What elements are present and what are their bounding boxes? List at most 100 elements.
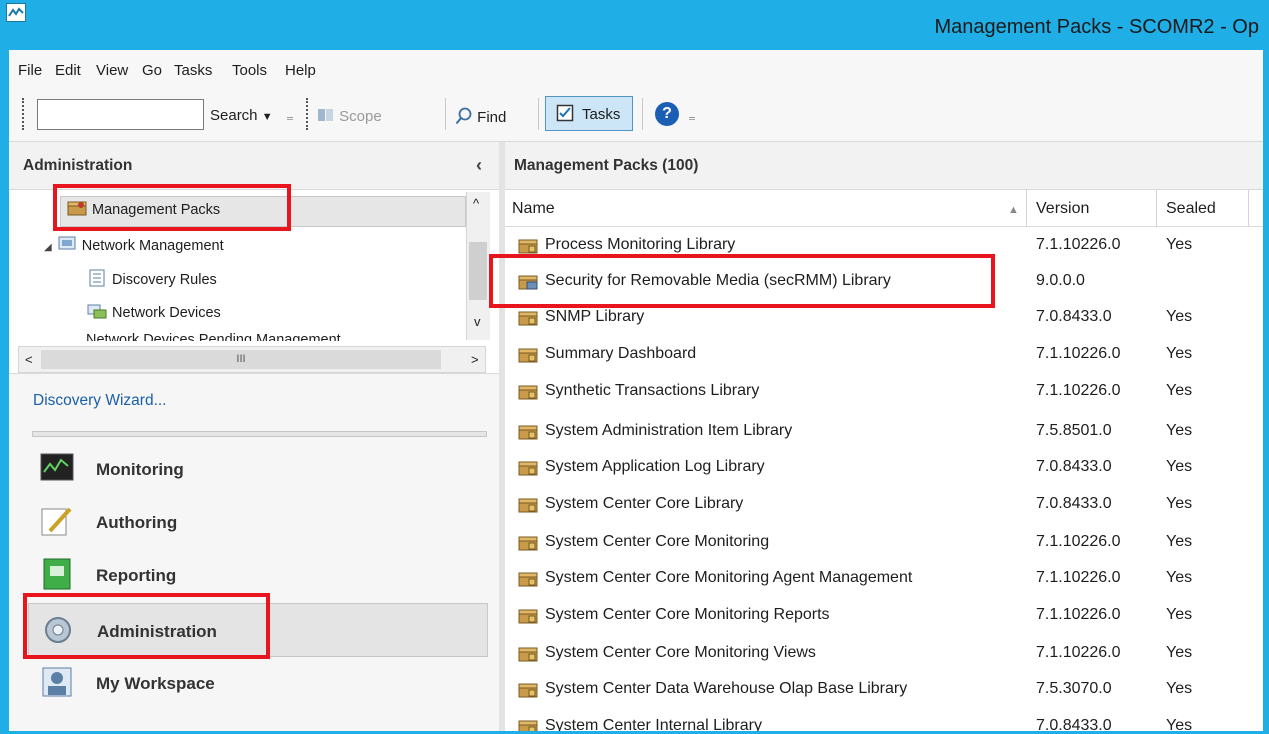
cell-version: 7.1.10226.0	[1036, 382, 1121, 399]
window-title: Management Packs - SCOMR2 - Op	[934, 16, 1259, 38]
find-icon	[455, 107, 472, 125]
menu-bar: File Edit View Go Tasks Tools Help	[9, 50, 1263, 90]
management-pack-icon	[517, 383, 539, 401]
scroll-up-arrow-icon[interactable]: ^	[473, 196, 479, 211]
scope-button[interactable]: Scope	[317, 107, 382, 125]
reporting-icon	[43, 558, 71, 590]
toolbar-grip[interactable]	[22, 98, 26, 130]
management-pack-icon	[517, 496, 539, 514]
table-row[interactable]: System Center Core Monitoring Views 7.1.…	[505, 636, 1263, 672]
tree-label-discovery-rules: Discovery Rules	[112, 272, 217, 288]
scope-label: Scope	[339, 108, 382, 125]
table-row[interactable]: System Center Internal Library 7.0.8433.…	[505, 709, 1263, 731]
wunderbar-my-workspace[interactable]: My Workspace	[28, 656, 486, 708]
management-pack-icon	[517, 237, 539, 255]
column-divider[interactable]	[1156, 190, 1157, 227]
tree-item-network-devices-pending[interactable]: Network Devices Pending Management	[86, 332, 464, 341]
cell-sealed: Yes	[1166, 644, 1193, 661]
cell-sealed: Yes	[1166, 422, 1193, 439]
find-button[interactable]: Find	[455, 107, 506, 126]
cell-sealed: Yes	[1166, 533, 1193, 550]
table-row[interactable]: System Center Core Monitoring 7.1.10226.…	[505, 525, 1263, 561]
table-row[interactable]: System Center Core Monitoring Reports 7.…	[505, 598, 1263, 634]
search-dropdown-arrow: ▼	[261, 111, 273, 123]
monitoring-icon	[40, 453, 74, 481]
column-header-name[interactable]: Name	[512, 200, 555, 218]
cell-sealed: Yes	[1166, 569, 1193, 586]
search-button[interactable]: Search ▼	[210, 107, 273, 124]
cell-name: Summary Dashboard	[545, 345, 697, 362]
tasks-label: Tasks	[582, 106, 621, 123]
scroll-right-arrow-icon[interactable]: >	[471, 352, 479, 367]
tree-horizontal-scrollbar[interactable]: < III >	[18, 346, 486, 373]
menu-go[interactable]: Go	[142, 62, 162, 79]
cell-version: 7.5.8501.0	[1036, 422, 1112, 439]
scroll-thumb-horizontal[interactable]: III	[41, 350, 441, 369]
cell-version: 7.5.3070.0	[1036, 680, 1112, 697]
table-row[interactable]: System Application Log Library 7.0.8433.…	[505, 450, 1263, 486]
cell-sealed: Yes	[1166, 458, 1193, 475]
column-divider[interactable]	[1248, 190, 1249, 227]
wunderbar-monitoring[interactable]: Monitoring	[28, 442, 486, 494]
scroll-left-arrow-icon[interactable]: <	[25, 352, 33, 367]
menu-tasks[interactable]: Tasks	[174, 62, 212, 79]
toolbar-grip-2[interactable]	[306, 98, 310, 130]
table-row[interactable]: Summary Dashboard 7.1.10226.0 Yes	[505, 337, 1263, 373]
column-divider[interactable]	[1026, 190, 1027, 227]
toolbar-overflow[interactable]: ₌	[286, 107, 294, 125]
expand-arrow-icon[interactable]: ◢	[44, 242, 52, 253]
table-row[interactable]: System Center Core Monitoring Agent Mana…	[505, 561, 1263, 597]
menu-edit[interactable]: Edit	[55, 62, 81, 79]
tree-item-network-devices[interactable]: Network Devices	[86, 302, 221, 321]
collapse-nav-button[interactable]: ‹	[476, 155, 482, 176]
management-pack-icon	[517, 570, 539, 588]
discovery-wizard-link[interactable]: Discovery Wizard...	[33, 392, 167, 410]
cell-name: System Administration Item Library	[545, 422, 793, 439]
cell-name: System Application Log Library	[545, 458, 765, 475]
cell-name: System Center Core Monitoring Agent Mana…	[545, 569, 913, 586]
table-row[interactable]: System Center Data Warehouse Olap Base L…	[505, 672, 1263, 708]
cell-name: System Center Data Warehouse Olap Base L…	[545, 680, 908, 697]
tree-label-network-devices-pending: Network Devices Pending Management	[86, 332, 341, 341]
authoring-icon	[41, 507, 72, 536]
management-pack-icon	[517, 607, 539, 625]
scope-icon	[318, 109, 333, 121]
toolbar-overflow-2[interactable]: ₌	[688, 107, 696, 125]
wunderbar-authoring[interactable]: Authoring	[28, 495, 486, 547]
table-row[interactable]: System Center Core Library 7.0.8433.0 Ye…	[505, 487, 1263, 523]
search-input[interactable]	[37, 99, 204, 130]
highlight-box-administration	[23, 593, 270, 659]
network-management-icon	[58, 236, 76, 250]
menu-file[interactable]: File	[18, 62, 42, 79]
highlight-box-management-packs	[53, 184, 291, 231]
menu-help[interactable]: Help	[285, 62, 316, 79]
table-row[interactable]: System Administration Item Library 7.5.8…	[505, 414, 1263, 450]
tasks-button[interactable]: Tasks	[545, 96, 633, 131]
menu-tools[interactable]: Tools	[232, 62, 267, 79]
tree-item-discovery-rules[interactable]: Discovery Rules	[86, 269, 217, 288]
scroll-down-arrow-icon[interactable]: v	[474, 314, 481, 329]
nav-pane-title: Administration	[23, 157, 133, 174]
window-border-left	[0, 50, 9, 734]
cell-name: System Center Core Library	[545, 495, 744, 512]
tree-item-network-management[interactable]: ◢ Network Management	[44, 235, 224, 254]
cell-version: 7.1.10226.0	[1036, 533, 1121, 550]
cell-version: 7.1.10226.0	[1036, 569, 1121, 586]
help-icon[interactable]: ?	[655, 102, 679, 126]
cell-name: System Center Core Monitoring Reports	[545, 606, 830, 623]
tree-vertical-scrollbar[interactable]: ^ v	[466, 192, 490, 340]
column-header-version[interactable]: Version	[1036, 200, 1089, 218]
management-pack-icon	[517, 645, 539, 663]
menu-view[interactable]: View	[96, 62, 128, 79]
cell-version: 7.0.8433.0	[1036, 308, 1112, 325]
window-border-right	[1263, 50, 1269, 734]
discovery-rules-icon	[89, 269, 105, 287]
table-row[interactable]: Synthetic Transactions Library 7.1.10226…	[505, 374, 1263, 410]
column-header-sealed[interactable]: Sealed	[1166, 200, 1216, 218]
scroll-thumb[interactable]	[469, 242, 487, 300]
management-pack-icon	[517, 346, 539, 364]
management-pack-icon	[517, 459, 539, 477]
cell-name: Process Monitoring Library	[545, 236, 736, 253]
wunderbar-label-authoring: Authoring	[96, 513, 178, 532]
cell-name: System Center Core Monitoring Views	[545, 644, 816, 661]
